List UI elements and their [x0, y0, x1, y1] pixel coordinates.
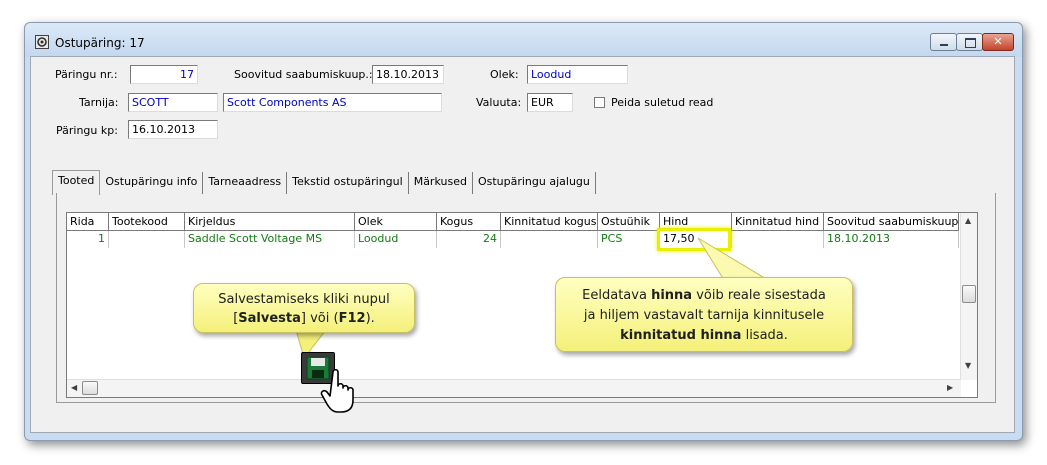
hand-cursor-icon: [320, 368, 354, 413]
currency-field[interactable]: EUR: [527, 93, 573, 112]
cell-soovitud[interactable]: 18.10.2013: [824, 231, 959, 248]
horizontal-scroll-thumb[interactable]: [82, 381, 98, 395]
tab-tooted[interactable]: Tooted: [52, 170, 101, 195]
cell-kinnitatud-kogus[interactable]: [501, 231, 598, 248]
request-date-field[interactable]: 16.10.2013: [128, 120, 218, 139]
request-no-label: Päringu nr.:: [55, 68, 118, 81]
scroll-left-icon[interactable]: ◀: [71, 383, 77, 392]
save-callout-line2: [Salvesta] või (F12).: [233, 311, 375, 326]
expected-arrival-label: Soovitud saabumiskuup.:: [234, 68, 373, 81]
status-label: Olek:: [490, 68, 519, 81]
cell-rida[interactable]: 1: [67, 231, 109, 248]
horizontal-scrollbar[interactable]: ◀ ▶: [67, 379, 961, 397]
cell-kogus[interactable]: 24: [437, 231, 501, 248]
request-no-field[interactable]: 17: [130, 65, 198, 84]
col-header-ostuuhik[interactable]: Ostuühik: [598, 213, 660, 231]
col-header-kirjeldus[interactable]: Kirjeldus: [185, 213, 355, 231]
save-callout: Salvestamiseks kliki nupul [Salvesta] võ…: [193, 283, 415, 333]
title-bar[interactable]: Ostupäring: 17 ✕: [25, 23, 1022, 57]
hide-closed-label: Peida suletud read: [611, 96, 714, 109]
tab-tekstid[interactable]: Tekstid ostupäringul: [287, 172, 409, 194]
supplier-name-field[interactable]: Scott Components AS: [223, 93, 442, 112]
cell-kirjeldus[interactable]: Saddle Scott Voltage MS: [185, 231, 355, 248]
col-header-rida[interactable]: Rida: [67, 213, 109, 231]
maximize-button[interactable]: [956, 33, 983, 51]
col-header-tootekood[interactable]: Tootekood: [109, 213, 185, 231]
request-date-label: Päringu kp:: [56, 124, 118, 137]
price-callout: Eeldatava hinna võib reale sisestada ja …: [555, 277, 853, 352]
app-icon: [35, 35, 49, 49]
close-button[interactable]: ✕: [982, 33, 1014, 51]
supplier-label: Tarnija:: [79, 96, 119, 109]
tab-ostuparingu-info[interactable]: Ostupäringu info: [100, 172, 204, 194]
currency-label: Valuuta:: [476, 96, 522, 109]
status-field[interactable]: Loodud: [527, 65, 628, 84]
vertical-scrollbar[interactable]: ▲ ▼: [960, 213, 977, 380]
cell-tootekood[interactable]: [109, 231, 185, 248]
cell-olek[interactable]: Loodud: [355, 231, 437, 248]
supplier-code-field[interactable]: SCOTT: [128, 93, 218, 112]
scroll-right-icon[interactable]: ▶: [947, 383, 953, 392]
price-callout-tail: [697, 237, 770, 281]
price-callout-line3: kinnitatud hinna lisada.: [620, 328, 788, 343]
cell-ostuuhik[interactable]: PCS: [598, 231, 660, 248]
tab-strip: Tooted Ostupäringu info Tarneaadress Tek…: [52, 170, 596, 195]
save-callout-line1: Salvestamiseks kliki nupul: [218, 292, 390, 307]
tab-markused[interactable]: Märkused: [409, 172, 473, 194]
tab-tarneaadress[interactable]: Tarneaadress: [203, 172, 288, 194]
col-header-soovitud[interactable]: Soovitud saabumiskuup.: [824, 213, 959, 231]
window-title: Ostupäring: 17: [55, 36, 145, 50]
expected-arrival-field[interactable]: 18.10.2013: [372, 65, 444, 84]
price-callout-line1: Eeldatava hinna võib reale sisestada: [582, 288, 826, 303]
col-header-kinnitatud-kogus[interactable]: Kinnitatud kogus: [501, 213, 598, 231]
scroll-down-icon[interactable]: ▼: [965, 361, 971, 370]
hide-closed-checkbox[interactable]: [594, 97, 605, 108]
vertical-scroll-thumb[interactable]: [962, 285, 976, 303]
tab-ajalugu[interactable]: Ostupäringu ajalugu: [473, 172, 596, 194]
scroll-up-icon[interactable]: ▲: [965, 216, 971, 225]
col-header-kinnitatud-hind[interactable]: Kinnitatud hind: [732, 213, 824, 231]
price-callout-line2: ja hiljem vastavalt tarnija kinnitusele: [583, 308, 825, 323]
col-header-olek[interactable]: Olek: [355, 213, 437, 231]
col-header-kogus[interactable]: Kogus: [437, 213, 501, 231]
grid-header: Rida Tootekood Kirjeldus Olek Kogus Kinn…: [67, 213, 959, 231]
minimize-button[interactable]: [930, 33, 957, 51]
table-row[interactable]: 1 Saddle Scott Voltage MS Loodud 24 PCS …: [67, 231, 959, 248]
close-icon: ✕: [993, 35, 1003, 48]
